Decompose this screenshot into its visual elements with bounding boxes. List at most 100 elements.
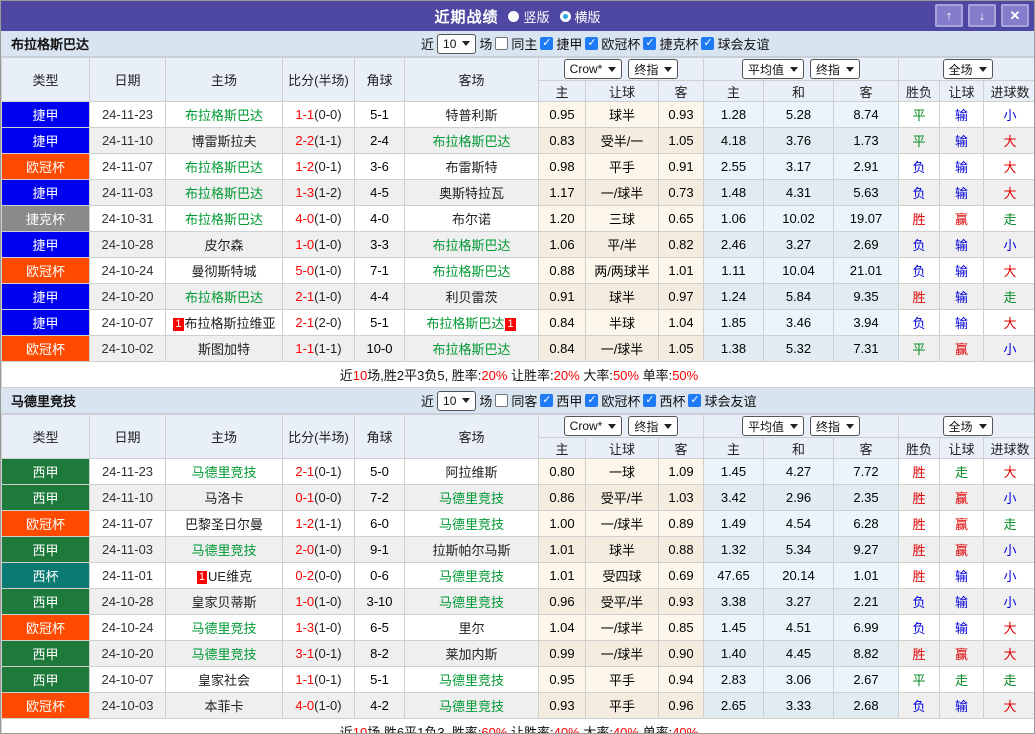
same-venue-checkbox[interactable]	[495, 394, 509, 407]
odds-source-select[interactable]: 平均值	[741, 416, 804, 436]
team-name-text: 特普利斯	[445, 108, 498, 123]
move-down-button[interactable]: ↓	[968, 4, 996, 27]
odds-source-select[interactable]: Crow*	[563, 416, 623, 436]
odds-handicap-value: 受平/半	[585, 588, 659, 615]
avg-draw-value: 10.02	[763, 205, 834, 232]
league-filter-checkbox[interactable]: ✓	[643, 394, 657, 407]
score-cell: 1-0(1-0)	[282, 231, 355, 258]
odds-source-select[interactable]: 终指	[628, 416, 679, 436]
result-goals-value: 走	[983, 205, 1034, 232]
avg-draw-value: 5.34	[763, 536, 834, 563]
league-filter-checkbox[interactable]: ✓	[585, 37, 599, 50]
radio-horizontal-label[interactable]: 横版	[575, 7, 601, 26]
odds-home-value: 0.84	[538, 309, 586, 336]
corner-score: 7-1	[354, 257, 405, 284]
match-date: 24-11-23	[89, 101, 166, 128]
fulltime-score: 0-1	[295, 490, 315, 505]
corner-score: 5-0	[354, 458, 405, 485]
summary-stat-value: 40%	[553, 725, 580, 734]
filter-controls: 近 10 场同客 ✓ 西甲 ✓ 欧冠杯 ✓ 西杯 ✓ 球会友谊	[421, 390, 756, 411]
odds-source-select[interactable]: 终指	[810, 59, 861, 79]
odds-source-select[interactable]: 全场	[942, 416, 993, 436]
result-handicap-value: 输	[939, 257, 985, 284]
odds-handicap-value: 平/半	[585, 231, 659, 258]
halftime-score: (1-1)	[314, 133, 342, 148]
games-count-select-value: 10	[443, 36, 457, 51]
result-goals-value: 大	[983, 692, 1034, 719]
odds-source-select[interactable]: 终指	[628, 59, 679, 79]
league-filter-checkbox[interactable]: ✓	[585, 394, 599, 407]
league-filter-checkbox[interactable]: ✓	[540, 37, 554, 50]
radio-vertical-layout[interactable]: 竖版	[508, 7, 550, 26]
filter-bar: 布拉格斯巴达近 10 场同主 ✓ 捷甲 ✓ 欧冠杯 ✓ 捷克杯 ✓ 球会友谊	[1, 31, 1034, 57]
games-count-select[interactable]: 10	[437, 33, 477, 54]
fulltime-score: 4-0	[295, 698, 315, 713]
halftime-score: (1-0)	[314, 594, 342, 609]
team-name-text: 马德里竞技	[438, 699, 504, 714]
fulltime-score: 3-1	[295, 646, 315, 661]
team-cell: 布拉格斯巴达 1	[404, 309, 539, 336]
match-date: 24-10-02	[89, 335, 166, 362]
avg-away-value: 8.82	[832, 640, 900, 667]
radio-vertical-label[interactable]: 竖版	[523, 7, 549, 26]
avg-away-value: 9.35	[832, 283, 900, 310]
radio-icon[interactable]	[508, 10, 520, 22]
avg-home-value: 1.24	[703, 283, 764, 310]
avg-away-header: 客	[832, 437, 900, 459]
match-row: 欧冠杯 24-11-07 布拉格斯巴达 1-2(0-1) 3-6 布雷斯特 0.98 平手 0.…	[1, 153, 1034, 180]
close-button[interactable]: ✕	[1001, 4, 1029, 27]
same-venue-checkbox[interactable]	[495, 37, 509, 50]
radio-selected-icon[interactable]	[559, 10, 571, 22]
score-cell: 3-1(0-1)	[282, 640, 355, 667]
team-cell: 本菲卡	[165, 692, 283, 719]
radio-horizontal-layout[interactable]: 横版	[559, 7, 601, 26]
sections-container: 布拉格斯巴达近 10 场同主 ✓ 捷甲 ✓ 欧冠杯 ✓ 捷克杯 ✓ 球会友谊 类型 日期 主场 比分(半场)…	[1, 31, 1034, 734]
odds-source-select[interactable]: 全场	[942, 59, 993, 79]
league-filter-checkbox[interactable]: ✓	[643, 37, 657, 50]
avg-home-value: 1.32	[703, 536, 764, 563]
avg-draw-value: 3.27	[763, 231, 834, 258]
league-badge: 欧冠杯	[1, 614, 90, 641]
avg-away-value: 9.27	[832, 536, 900, 563]
summary-stat-label: 单率:	[638, 725, 673, 734]
league-filter-checkbox[interactable]: ✓	[540, 394, 554, 407]
odds-away-value: 0.96	[658, 692, 704, 719]
odds-source-select[interactable]: 平均值	[741, 59, 804, 79]
league-filter-checkbox[interactable]: ✓	[688, 394, 702, 407]
games-count-select[interactable]: 10	[437, 390, 477, 411]
result-wdl-value: 胜	[898, 536, 941, 563]
move-up-button[interactable]: ↑	[935, 4, 963, 27]
league-filter-checkbox[interactable]: ✓	[701, 37, 715, 50]
halftime-score: (1-0)	[314, 289, 342, 304]
odds-handicap-header: 让球	[585, 80, 659, 102]
odds-away-value: 1.03	[658, 484, 704, 511]
league-badge: 捷克杯	[1, 205, 90, 232]
match-date: 24-10-28	[89, 588, 166, 615]
avg-draw-value: 2.96	[763, 484, 834, 511]
league-filter-label: 西甲	[556, 394, 583, 409]
summary-text: 近10场,胜2平3负5, 胜率:20% 让胜率:20% 大率:50% 单率:50…	[1, 361, 1034, 388]
corner-score: 4-0	[354, 205, 405, 232]
team-cell: 皇家社会	[165, 666, 283, 693]
summary-stat-label: 场,胜6平1负3, 胜率:	[367, 725, 482, 734]
odds-source-select[interactable]: 终指	[810, 416, 861, 436]
avg-away-value: 6.28	[832, 510, 900, 537]
corner-score: 4-5	[354, 179, 405, 206]
match-date: 24-10-03	[89, 692, 166, 719]
halftime-score: (1-0)	[314, 211, 342, 226]
match-row: 欧冠杯 24-10-24 马德里竞技 1-3(1-0) 6-5 里尔 1.04 一/球半 0.8…	[1, 614, 1034, 641]
odds-home-value: 1.04	[538, 614, 586, 641]
team-cell: 1 布拉格斯拉维亚	[165, 309, 283, 336]
odds-home-value: 0.88	[538, 257, 586, 284]
fulltime-score: 1-3	[295, 620, 315, 635]
halftime-score: (0-0)	[314, 107, 342, 122]
odds-source-select[interactable]: Crow*	[563, 59, 623, 79]
odds-away-value: 0.97	[658, 283, 704, 310]
halftime-score: (0-1)	[314, 646, 342, 661]
avg-draw-value: 3.27	[763, 588, 834, 615]
summary-stat-label: 让胜率:	[507, 725, 554, 734]
odds-home-value: 0.91	[538, 283, 586, 310]
league-filter-label: 欧冠杯	[601, 37, 641, 52]
team-cell: 布拉格斯巴达	[404, 127, 539, 154]
avg-home-value: 3.38	[703, 588, 764, 615]
